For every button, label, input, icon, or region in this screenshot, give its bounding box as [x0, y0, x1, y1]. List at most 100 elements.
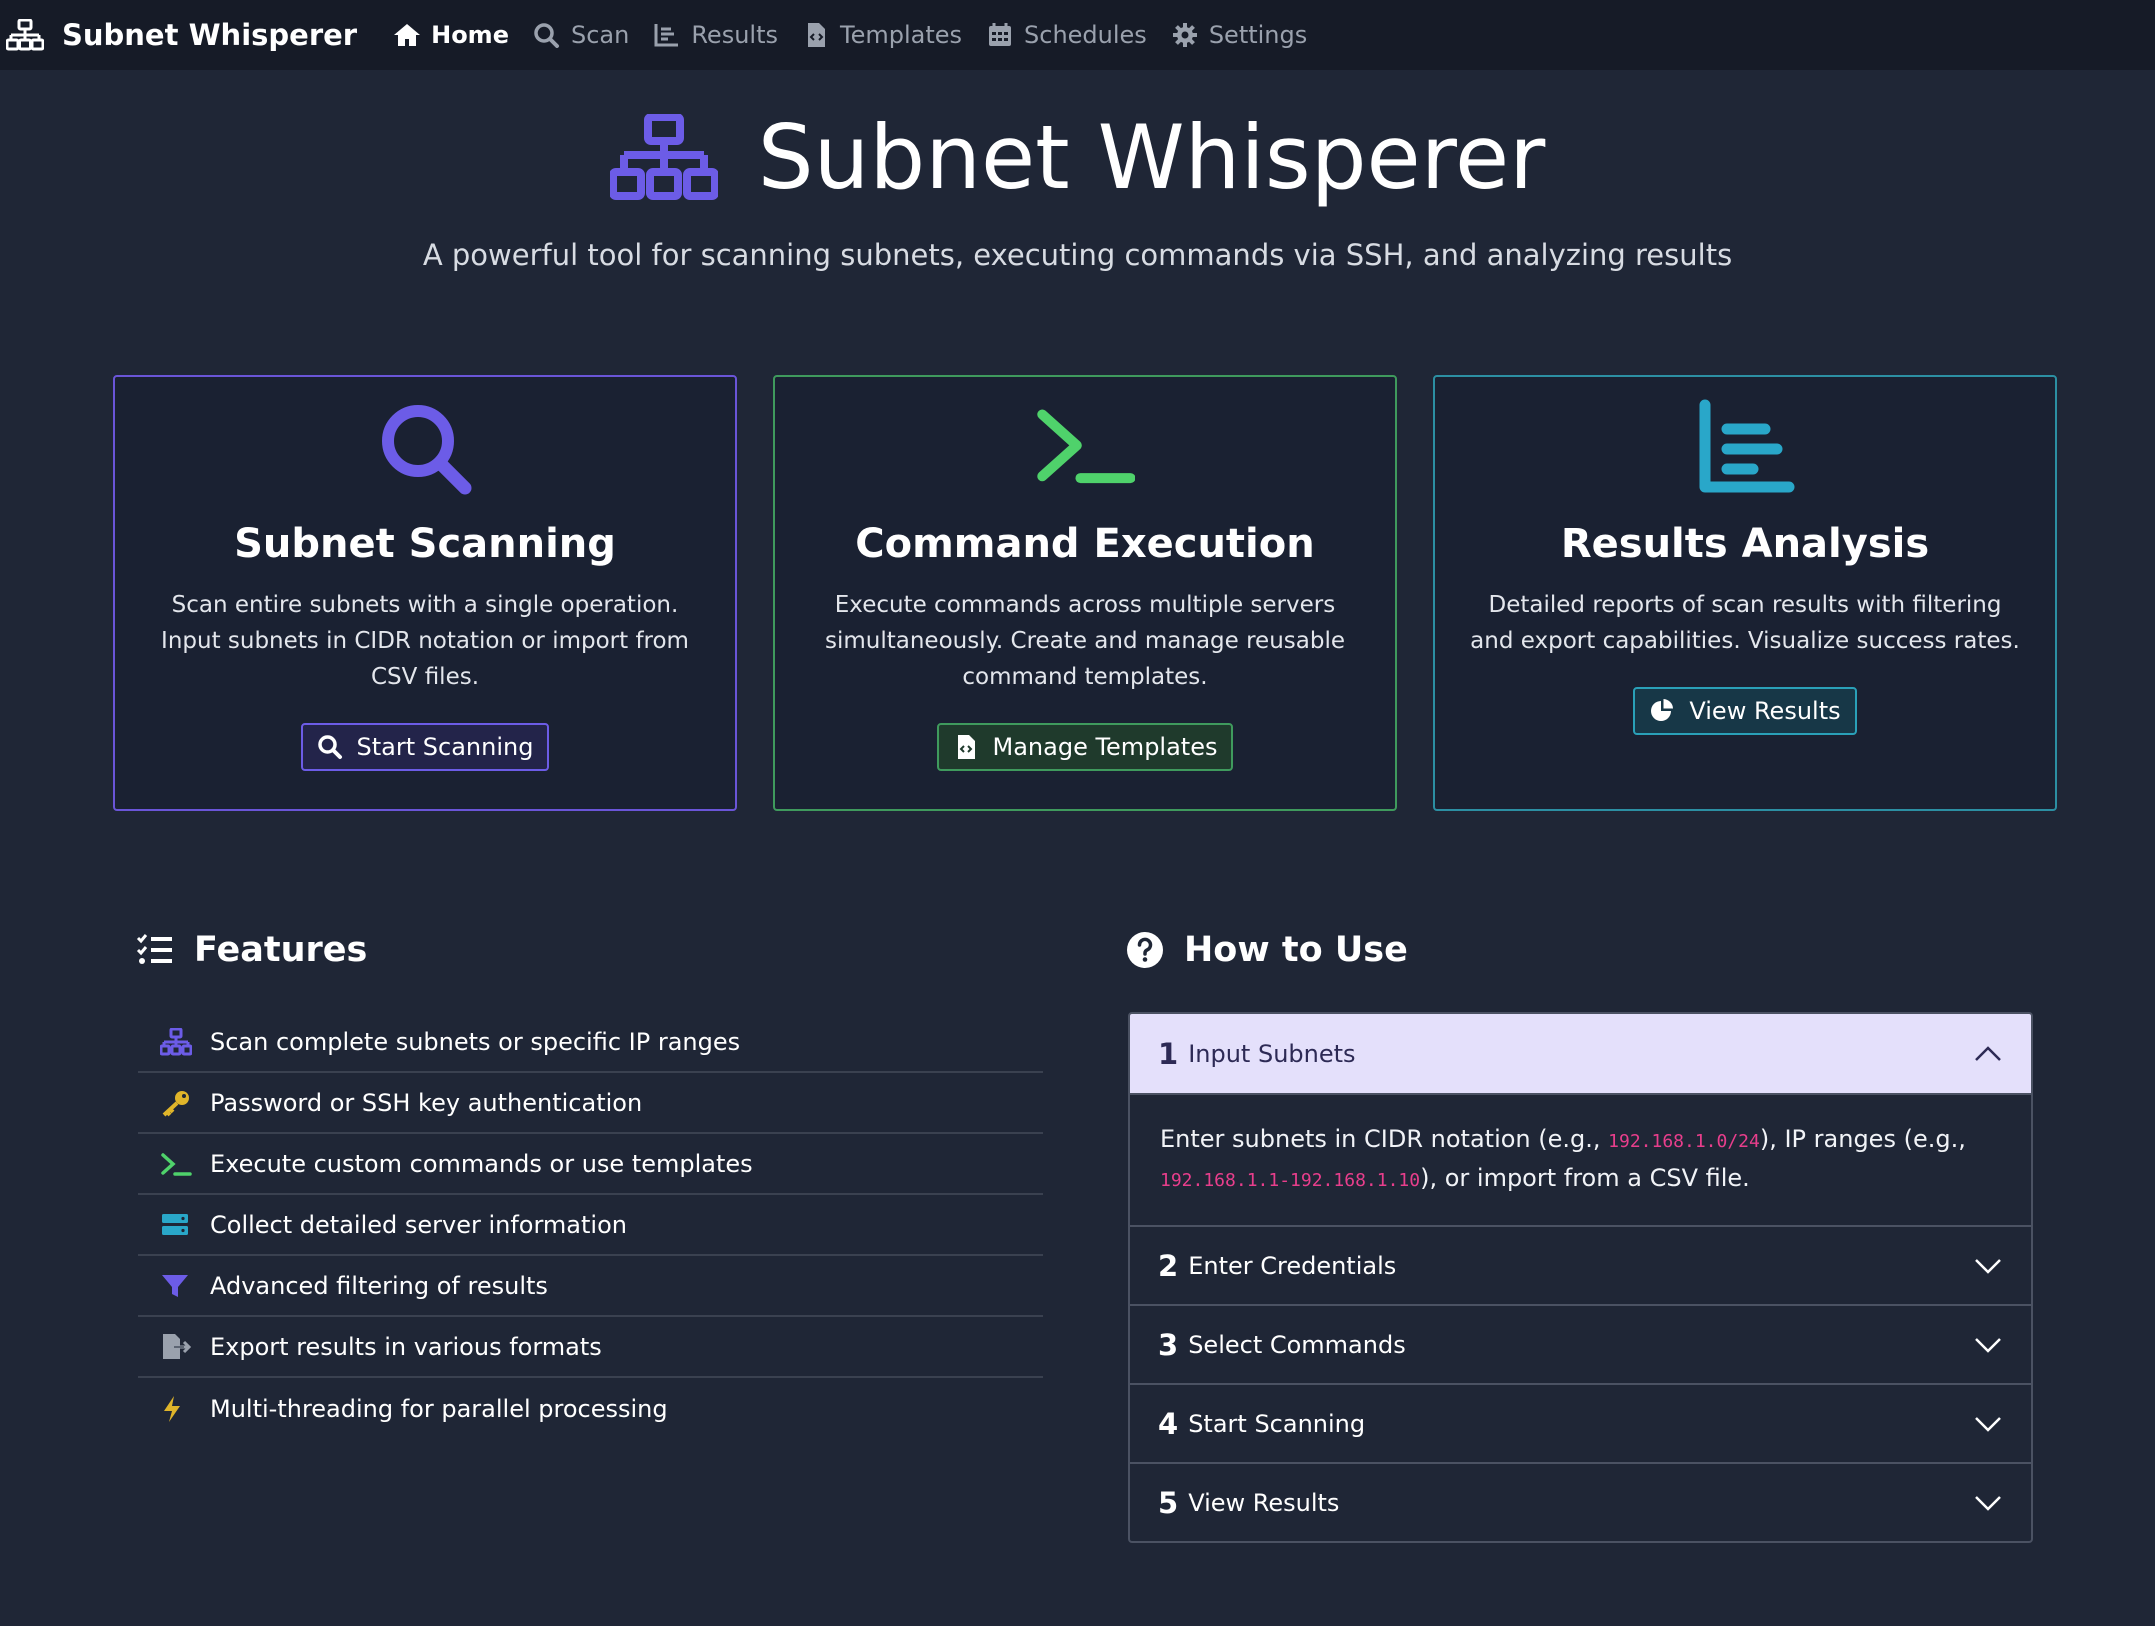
nav-settings-label: Settings — [1208, 21, 1308, 49]
step-label: View Results — [1188, 1488, 1340, 1517]
accordion-step-5[interactable]: 5 View Results — [1130, 1462, 2031, 1541]
search-icon — [534, 23, 559, 48]
page-title: Subnet Whisperer — [757, 106, 1546, 209]
howto-accordion: 1 Input Subnets Enter subnets in CIDR no… — [1128, 1012, 2033, 1543]
accordion-step-1[interactable]: 1 Input Subnets — [1130, 1014, 2031, 1093]
nav-scan[interactable]: Scan — [533, 0, 629, 70]
step-number: 5 — [1158, 1485, 1179, 1520]
nav-templates[interactable]: Templates — [802, 0, 962, 70]
feature-list: Scan complete subnets or specific IP ran… — [138, 1012, 1043, 1439]
step-label: Input Subnets — [1188, 1039, 1356, 1068]
network-icon — [160, 1027, 192, 1055]
terminal-icon — [161, 1152, 192, 1176]
list-item: Collect detailed server information — [138, 1195, 1043, 1256]
brand-title: Subnet Whisperer — [62, 18, 358, 52]
nav-home-label: Home — [431, 21, 509, 49]
accordion-step-3[interactable]: 3 Select Commands — [1130, 1304, 2031, 1383]
accordion-step-1-body: Enter subnets in CIDR notation (e.g., 19… — [1130, 1093, 2031, 1225]
card-text: Detailed reports of scan results with fi… — [1470, 592, 2020, 654]
card-text: Scan entire subnets with a single operat… — [161, 592, 689, 690]
list-item: Export results in various formats — [138, 1317, 1043, 1378]
card-text: Execute commands across multiple servers… — [824, 592, 1345, 690]
feature-text: Collect detailed server information — [210, 1210, 627, 1239]
feature-text: Scan complete subnets or specific IP ran… — [210, 1027, 741, 1056]
card-command-execution: Command Execution Execute commands acros… — [773, 375, 1397, 811]
network-icon — [609, 113, 718, 200]
search-icon — [317, 735, 342, 759]
feature-text: Password or SSH key authentication — [210, 1088, 643, 1117]
key-icon — [162, 1090, 189, 1116]
file-code-icon — [808, 23, 825, 47]
step-label: Start Scanning — [1188, 1409, 1366, 1438]
page-subtitle: A powerful tool for scanning subnets, ex… — [422, 238, 1733, 272]
features-title: Features — [194, 930, 368, 970]
brand[interactable]: Subnet Whisperer — [6, 18, 357, 52]
feature-text: Export results in various formats — [210, 1332, 602, 1361]
network-icon — [6, 19, 44, 51]
nav-results[interactable]: Results — [653, 0, 778, 70]
nav-results-label: Results — [691, 21, 778, 49]
list-item: Advanced filtering of results — [138, 1256, 1043, 1317]
chevron-down-icon — [1975, 1416, 2001, 1432]
button-label: Start Scanning — [356, 733, 534, 761]
chart-bar-icon — [654, 24, 679, 47]
step-number: 3 — [1158, 1327, 1179, 1362]
pie-chart-icon — [1651, 699, 1674, 721]
list-item: Password or SSH key authentication — [138, 1073, 1043, 1134]
feature-text: Multi-threading for parallel processing — [210, 1394, 668, 1423]
list-item: Multi-threading for parallel processing — [138, 1378, 1043, 1439]
hero-header: Subnet Whisperer — [0, 106, 2155, 209]
nav-scan-label: Scan — [570, 21, 630, 49]
card-subnet-scanning: Subnet Scanning Scan entire subnets with… — [113, 375, 737, 811]
range-example: 192.168.1.1-192.168.1.10 — [1160, 1170, 1421, 1191]
list-check-icon — [136, 934, 172, 964]
step1-text-mid: ), IP ranges (e.g., — [1759, 1125, 1966, 1153]
terminal-icon — [1037, 409, 1135, 484]
card-results-analysis: Results Analysis Detailed reports of sca… — [1433, 375, 2057, 811]
step-number: 1 — [1158, 1036, 1179, 1071]
button-label: View Results — [1689, 697, 1841, 725]
file-code-icon — [957, 735, 975, 759]
calendar-icon — [989, 23, 1012, 46]
nav-settings[interactable]: Settings — [1171, 0, 1307, 70]
step-label: Select Commands — [1188, 1330, 1406, 1359]
chevron-down-icon — [1975, 1495, 2001, 1511]
howto-title: How to Use — [1184, 930, 1408, 970]
nav-schedules-label: Schedules — [1024, 21, 1147, 49]
list-item: Execute custom commands or use templates — [138, 1134, 1043, 1195]
chart-bar-icon — [1699, 399, 1795, 493]
step1-text-pre: Enter subnets in CIDR notation (e.g., — [1160, 1125, 1609, 1153]
card-title: Command Execution — [855, 521, 1315, 567]
start-scanning-button[interactable]: Start Scanning — [300, 723, 550, 771]
navbar: Subnet Whisperer Home Scan Results Templ… — [0, 0, 2155, 70]
feature-text: Advanced filtering of results — [210, 1271, 548, 1300]
step-label: Enter Credentials — [1188, 1251, 1397, 1280]
list-item: Scan complete subnets or specific IP ran… — [138, 1012, 1043, 1073]
nav-home[interactable]: Home — [393, 0, 509, 70]
card-title: Results Analysis — [1560, 521, 1930, 567]
question-circle-icon — [1127, 932, 1163, 968]
chevron-up-icon — [1975, 1045, 2001, 1061]
features-heading: Features — [136, 930, 367, 970]
step-number: 2 — [1158, 1248, 1179, 1283]
bolt-icon — [164, 1395, 180, 1422]
view-results-button[interactable]: View Results — [1633, 687, 1857, 735]
accordion-step-4[interactable]: 4 Start Scanning — [1130, 1383, 2031, 1462]
button-label: Manage Templates — [992, 733, 1218, 761]
cidr-example: 192.168.1.0/24 — [1608, 1131, 1760, 1152]
howto-heading: How to Use — [1126, 930, 1408, 970]
home-icon — [394, 24, 421, 46]
nav-schedules[interactable]: Schedules — [986, 0, 1147, 70]
chevron-down-icon — [1975, 1258, 2001, 1274]
feature-text: Execute custom commands or use templates — [210, 1149, 753, 1178]
search-icon — [382, 405, 472, 495]
nav-templates-label: Templates — [840, 21, 963, 49]
accordion-step-2[interactable]: 2 Enter Credentials — [1130, 1225, 2031, 1304]
card-title: Subnet Scanning — [234, 521, 616, 567]
manage-templates-button[interactable]: Manage Templates — [936, 723, 1234, 771]
filter-icon — [162, 1274, 188, 1297]
file-export-icon — [163, 1333, 192, 1359]
server-icon — [162, 1213, 188, 1235]
chevron-down-icon — [1975, 1337, 2001, 1353]
step1-text-post: ), or import from a CSV file. — [1420, 1164, 1750, 1192]
